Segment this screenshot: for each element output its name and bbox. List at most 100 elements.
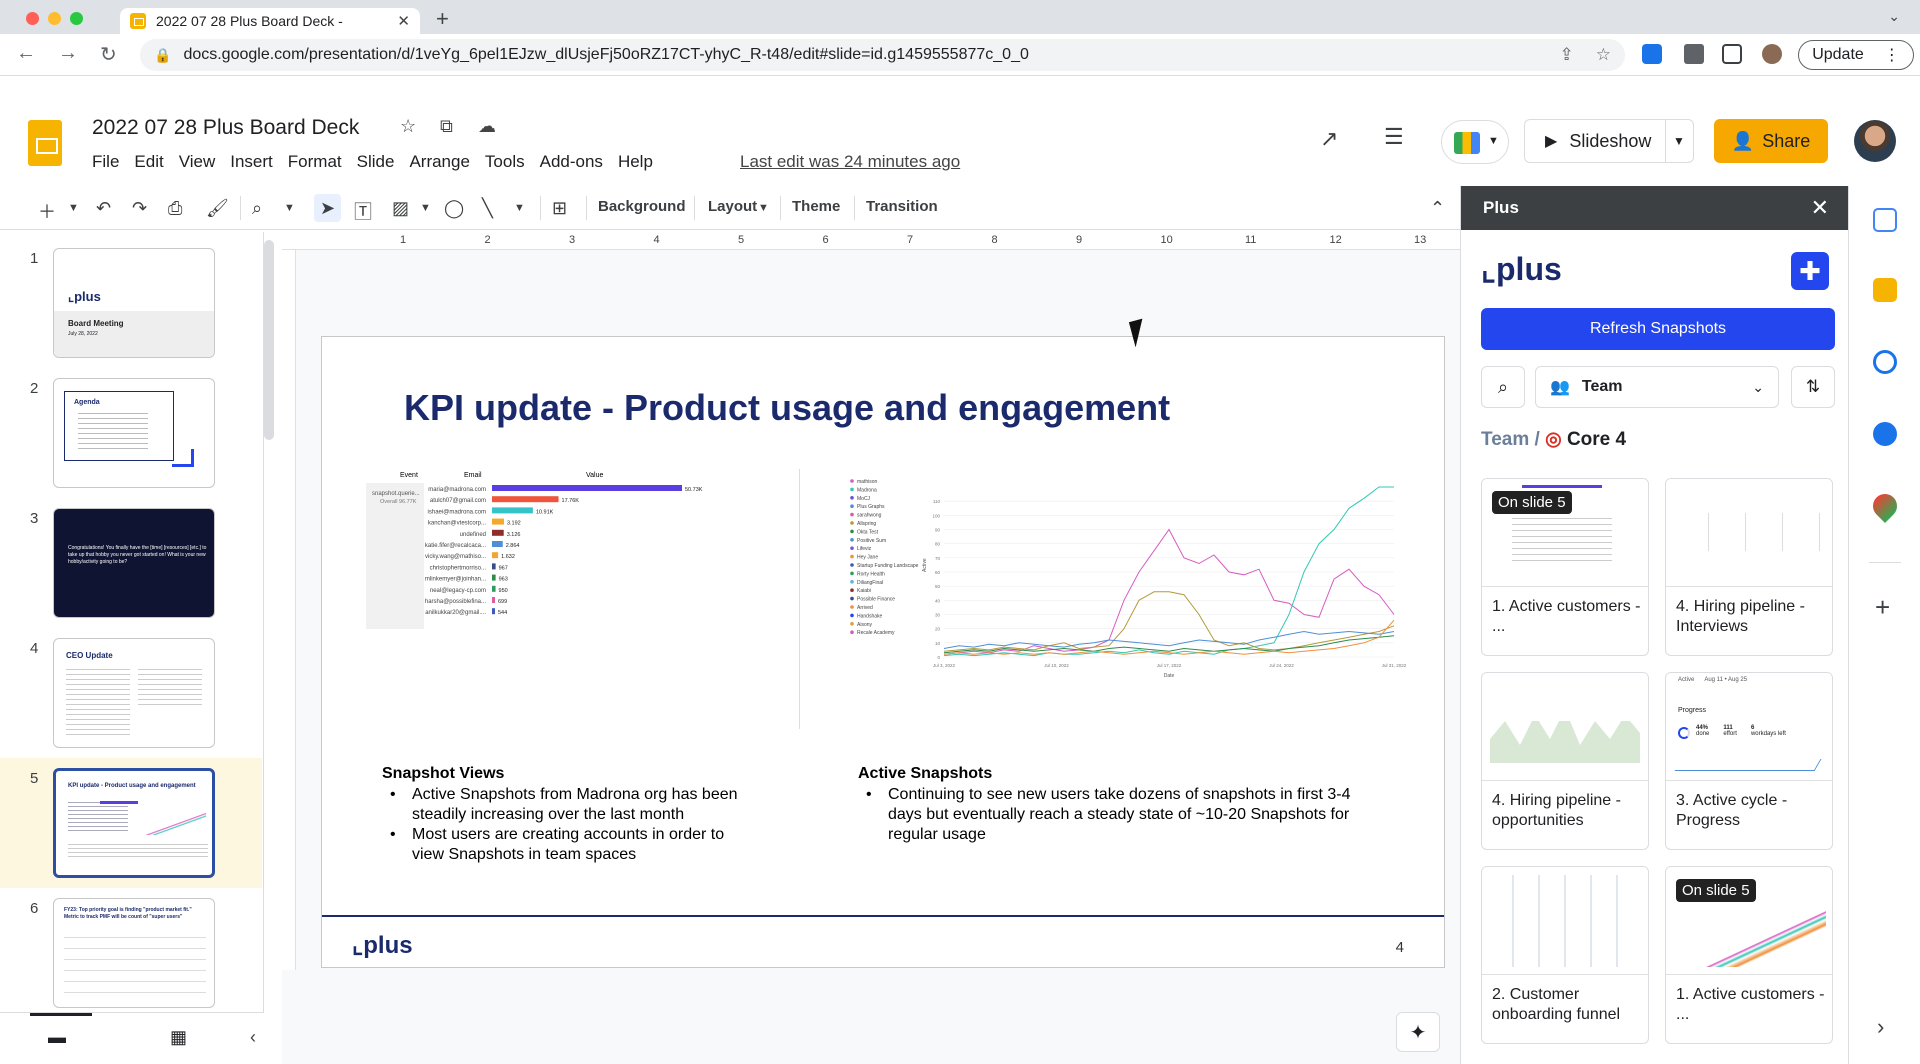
cloud-status-icon[interactable]: ☁: [478, 116, 496, 137]
profile-avatar-icon[interactable]: [1762, 44, 1782, 64]
insert-image-icon[interactable]: ▨: [392, 198, 409, 219]
account-avatar[interactable]: [1854, 120, 1896, 162]
contacts-icon[interactable]: [1873, 422, 1897, 446]
update-button[interactable]: Update ⋮: [1798, 40, 1914, 70]
menu-arrange[interactable]: Arrange: [409, 152, 469, 172]
text-box-icon[interactable]: 🅃: [354, 198, 372, 224]
slide-thumbnail[interactable]: Agenda: [53, 378, 215, 488]
forward-arrow-icon[interactable]: →: [58, 42, 78, 65]
share-button[interactable]: 👤 Share: [1714, 119, 1828, 163]
snapshot-card[interactable]: 4. Hiring pipeline - Interviews: [1665, 478, 1833, 656]
snapshot-card[interactable]: 2. Customer onboarding funnel: [1481, 866, 1649, 1044]
keep-icon[interactable]: [1873, 278, 1897, 302]
minimize-window-button[interactable]: [48, 12, 61, 25]
bullet-item[interactable]: Most users are creating accounts in orde…: [382, 825, 742, 865]
menu-slide[interactable]: Slide: [357, 152, 395, 172]
shape-icon[interactable]: ◯: [444, 198, 464, 219]
calendar-icon[interactable]: [1873, 208, 1897, 232]
line-icon[interactable]: ╲: [482, 198, 493, 219]
maps-icon[interactable]: [1868, 489, 1902, 523]
bookmark-star-icon[interactable]: ☆: [1596, 45, 1611, 65]
print-icon[interactable]: ⎙: [168, 198, 182, 219]
collapse-toolbar-chevron-icon[interactable]: ⌃: [1430, 198, 1445, 219]
snapshot-views-bar-chart[interactable]: Event Email Value snapshot.querie... Overall…: [366, 469, 774, 629]
left-bullets[interactable]: Active Snapshots from Madrona org has be…: [382, 785, 742, 865]
new-slide-icon[interactable]: ＋: [38, 198, 56, 224]
filmstrip-slide-1[interactable]: 1 ⌞plus Board Meeting July 28, 2022: [0, 238, 262, 366]
maximize-window-button[interactable]: [70, 12, 83, 25]
move-folder-icon[interactable]: ⧉: [440, 116, 453, 137]
address-bar[interactable]: 🔒 docs.google.com/presentation/d/1veYg_6…: [140, 39, 1625, 71]
snapshot-card[interactable]: 4. Hiring pipeline - opportunities: [1481, 672, 1649, 850]
image-dropdown-icon[interactable]: ▼: [420, 202, 431, 214]
extension-icon[interactable]: [1642, 44, 1662, 64]
slide-thumbnail[interactable]: FY23: Top priority goal is finding "prod…: [53, 898, 215, 1008]
plus-app-icon[interactable]: ✚: [1791, 252, 1829, 290]
star-icon[interactable]: ☆: [400, 116, 416, 137]
right-heading[interactable]: Active Snapshots: [858, 765, 992, 783]
snapshot-card[interactable]: On slide 5 1. Active customers - ...: [1665, 866, 1833, 1044]
side-panel-icon[interactable]: [1722, 44, 1742, 64]
undo-icon[interactable]: ↶: [96, 198, 111, 219]
add-comment-icon[interactable]: ⊞: [552, 198, 567, 219]
back-arrow-icon[interactable]: ←: [16, 42, 36, 65]
refresh-snapshots-button[interactable]: Refresh Snapshots: [1481, 308, 1835, 350]
zoom-icon[interactable]: ⌕: [252, 198, 262, 219]
menu-format[interactable]: Format: [288, 152, 342, 172]
explore-button[interactable]: ✦: [1396, 1012, 1440, 1052]
snapshot-card[interactable]: Active Aug 11 • Aug 25 Progress 44% done 1…: [1665, 672, 1833, 850]
snapshot-card[interactable]: On slide 5 1. Active customers - ...: [1481, 478, 1649, 656]
activity-trend-icon[interactable]: ↗: [1320, 126, 1338, 152]
menu-add-ons[interactable]: Add-ons: [540, 152, 603, 172]
layout-button[interactable]: Layout: [708, 198, 757, 215]
tasks-icon[interactable]: [1873, 350, 1897, 374]
tab-close-icon[interactable]: ✕: [397, 12, 410, 30]
grid-view-icon[interactable]: ▦: [170, 1027, 187, 1048]
transition-button[interactable]: Transition: [866, 198, 938, 215]
horizontal-ruler[interactable]: 1 2 3 4 5 6 7 8 9 10 11 12 13: [282, 232, 1460, 250]
layout-dropdown-icon[interactable]: ▼: [758, 202, 769, 214]
filmstrip-scrollbar[interactable]: [264, 240, 274, 440]
share-page-icon[interactable]: ⇪: [1560, 45, 1574, 65]
menu-tools[interactable]: Tools: [485, 152, 525, 172]
bullet-item[interactable]: Active Snapshots from Madrona org has be…: [382, 785, 742, 825]
menu-view[interactable]: View: [179, 152, 216, 172]
browser-tab[interactable]: 2022 07 28 Plus Board Deck - ✕: [120, 8, 420, 34]
menu-file[interactable]: File: [92, 152, 119, 172]
right-bullets[interactable]: Continuing to see new users take dozens …: [858, 785, 1378, 845]
sort-icon[interactable]: ⇅: [1791, 366, 1835, 408]
active-snapshots-line-chart[interactable]: mathison Madrona MoCJ Plus Graphs sarahwong A…: [848, 477, 1408, 717]
select-cursor-icon[interactable]: ➤: [314, 194, 342, 222]
last-edit-link[interactable]: Last edit was 24 minutes ago: [740, 152, 960, 172]
reload-icon[interactable]: ↻: [100, 42, 117, 67]
tab-search-chevron-icon[interactable]: ⌄: [1888, 8, 1900, 25]
search-icon[interactable]: ⌕: [1481, 366, 1525, 408]
menu-help[interactable]: Help: [618, 152, 653, 172]
meet-button[interactable]: ▼: [1441, 120, 1509, 164]
slides-logo[interactable]: [28, 120, 62, 166]
document-title[interactable]: 2022 07 28 Plus Board Deck: [92, 116, 359, 140]
theme-button[interactable]: Theme: [792, 198, 840, 215]
close-panel-icon[interactable]: ✕: [1811, 195, 1829, 221]
paint-format-icon[interactable]: 🖌: [206, 198, 229, 219]
slide-thumbnail-selected[interactable]: KPI update - Product usage and engagemen…: [53, 768, 215, 878]
new-tab-icon[interactable]: +: [436, 6, 449, 32]
slide-title[interactable]: KPI update - Product usage and engagemen…: [404, 387, 1170, 429]
menu-edit[interactable]: Edit: [134, 152, 163, 172]
left-heading[interactable]: Snapshot Views: [382, 765, 504, 783]
slide-canvas[interactable]: KPI update - Product usage and engagemen…: [321, 336, 1445, 968]
filmstrip-view-icon[interactable]: ▬: [48, 1027, 66, 1048]
vertical-ruler[interactable]: [282, 250, 296, 970]
zoom-dropdown-icon[interactable]: ▼: [284, 202, 295, 214]
expand-side-panel-icon[interactable]: ›: [1877, 1014, 1884, 1040]
slide-thumbnail[interactable]: ⌞plus Board Meeting July 28, 2022: [53, 248, 215, 358]
bullet-item[interactable]: Continuing to see new users take dozens …: [858, 785, 1378, 845]
new-slide-dropdown-icon[interactable]: ▼: [68, 202, 79, 214]
background-button[interactable]: Background: [598, 198, 686, 215]
collapse-filmstrip-icon[interactable]: ‹: [250, 1027, 256, 1048]
filmstrip-slide-6[interactable]: 6 FY23: Top priority goal is finding "pr…: [0, 888, 262, 1016]
get-addons-icon[interactable]: +: [1875, 592, 1890, 623]
slideshow-dropdown-icon[interactable]: ▼: [1673, 134, 1685, 148]
comments-icon[interactable]: ☰: [1384, 124, 1404, 150]
slideshow-button[interactable]: ▶ Slideshow ▼: [1524, 119, 1694, 163]
